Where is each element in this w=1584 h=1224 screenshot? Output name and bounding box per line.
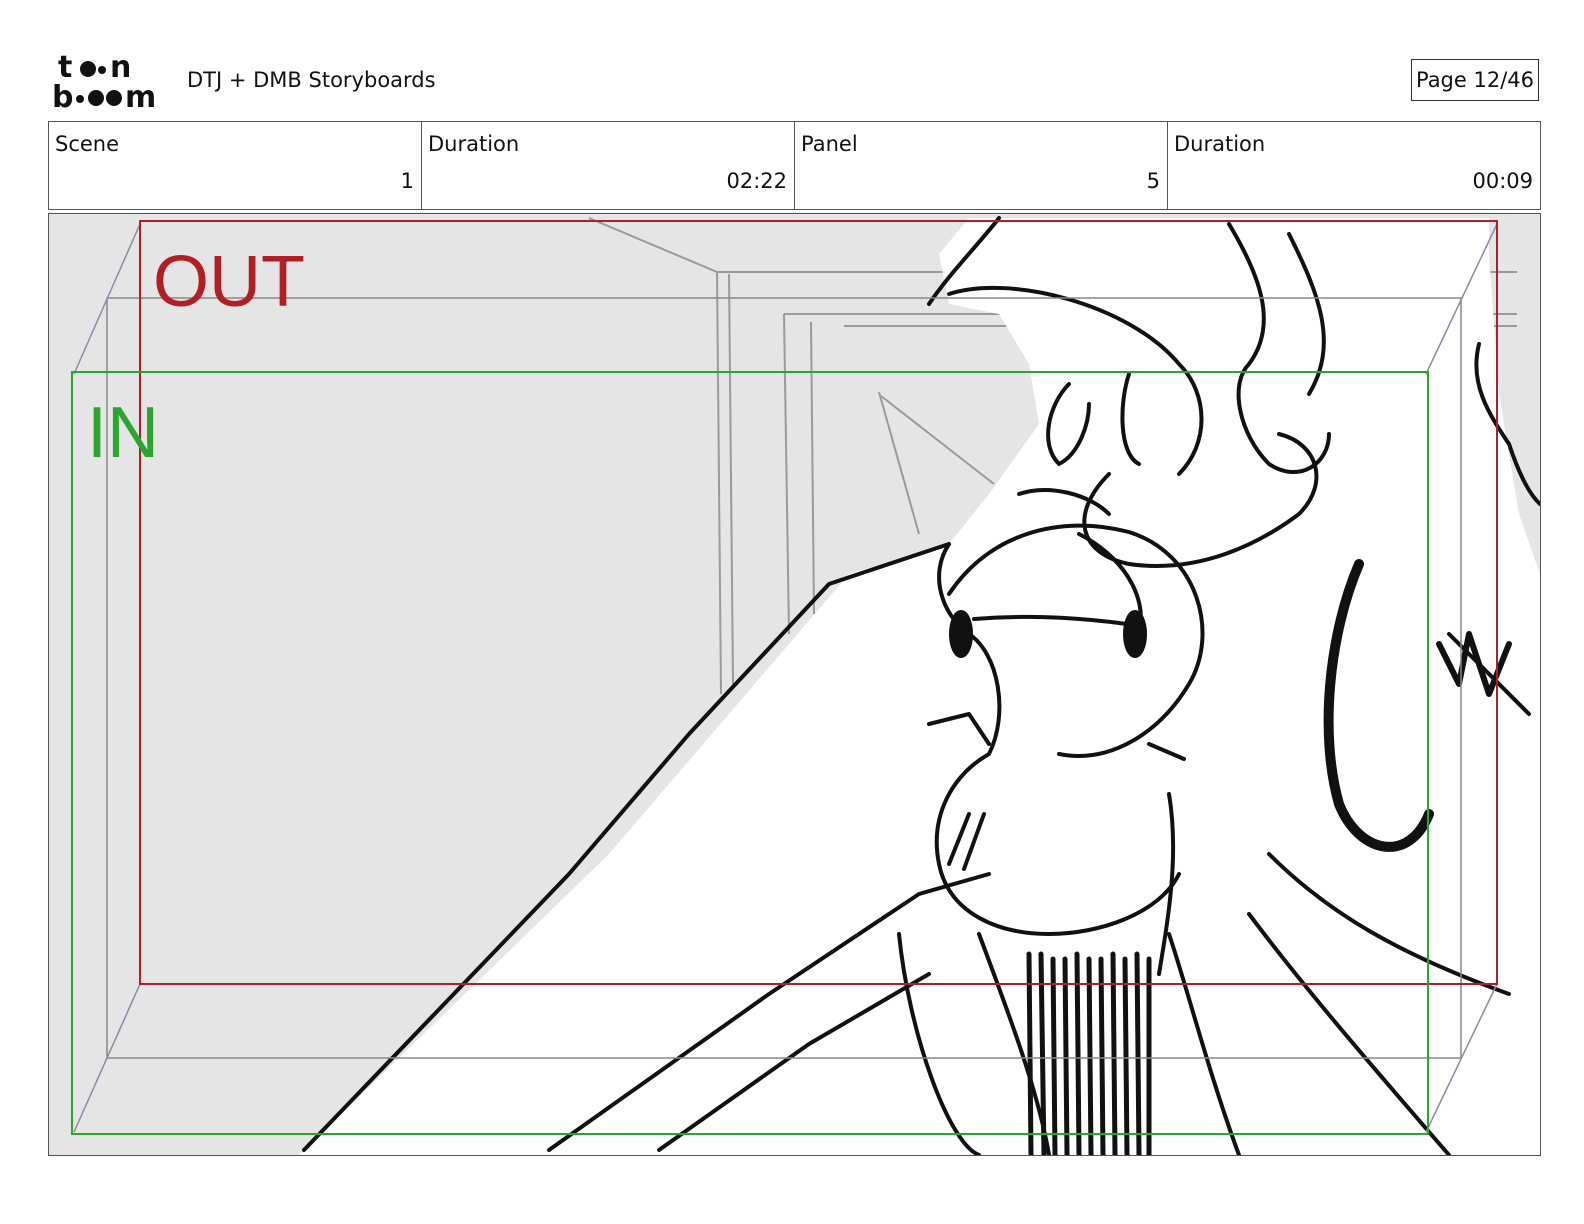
scene-duration-label: Duration xyxy=(428,132,520,156)
storyboard-panel: OUT IN xyxy=(48,213,1541,1156)
panel-duration-value: 00:09 xyxy=(1472,169,1533,193)
scene-duration-cell: Duration 02:22 xyxy=(422,122,795,209)
scene-cell: Scene 1 xyxy=(49,122,422,209)
in-frame-label: IN xyxy=(87,393,159,473)
document-title: DTJ + DMB Storyboards xyxy=(187,68,436,92)
scene-value: 1 xyxy=(400,169,414,193)
panel-cell: Panel 5 xyxy=(795,122,1168,209)
toon-boom-logo: t n b m xyxy=(52,50,156,112)
svg-text:b: b xyxy=(52,80,73,112)
panel-value: 5 xyxy=(1146,169,1160,193)
panel-info-table: Scene 1 Duration 02:22 Panel 5 Duration … xyxy=(48,121,1541,210)
storyboard-drawing: OUT IN xyxy=(49,214,1540,1155)
panel-label: Panel xyxy=(801,132,858,156)
scene-duration-value: 02:22 xyxy=(726,169,787,193)
page-indicator: Page 12/46 xyxy=(1411,59,1539,101)
panel-duration-label: Duration xyxy=(1174,132,1266,156)
scene-label: Scene xyxy=(55,132,120,156)
svg-text:m: m xyxy=(125,80,156,112)
out-frame-label: OUT xyxy=(153,242,305,322)
panel-duration-cell: Duration 00:09 xyxy=(1168,122,1540,209)
